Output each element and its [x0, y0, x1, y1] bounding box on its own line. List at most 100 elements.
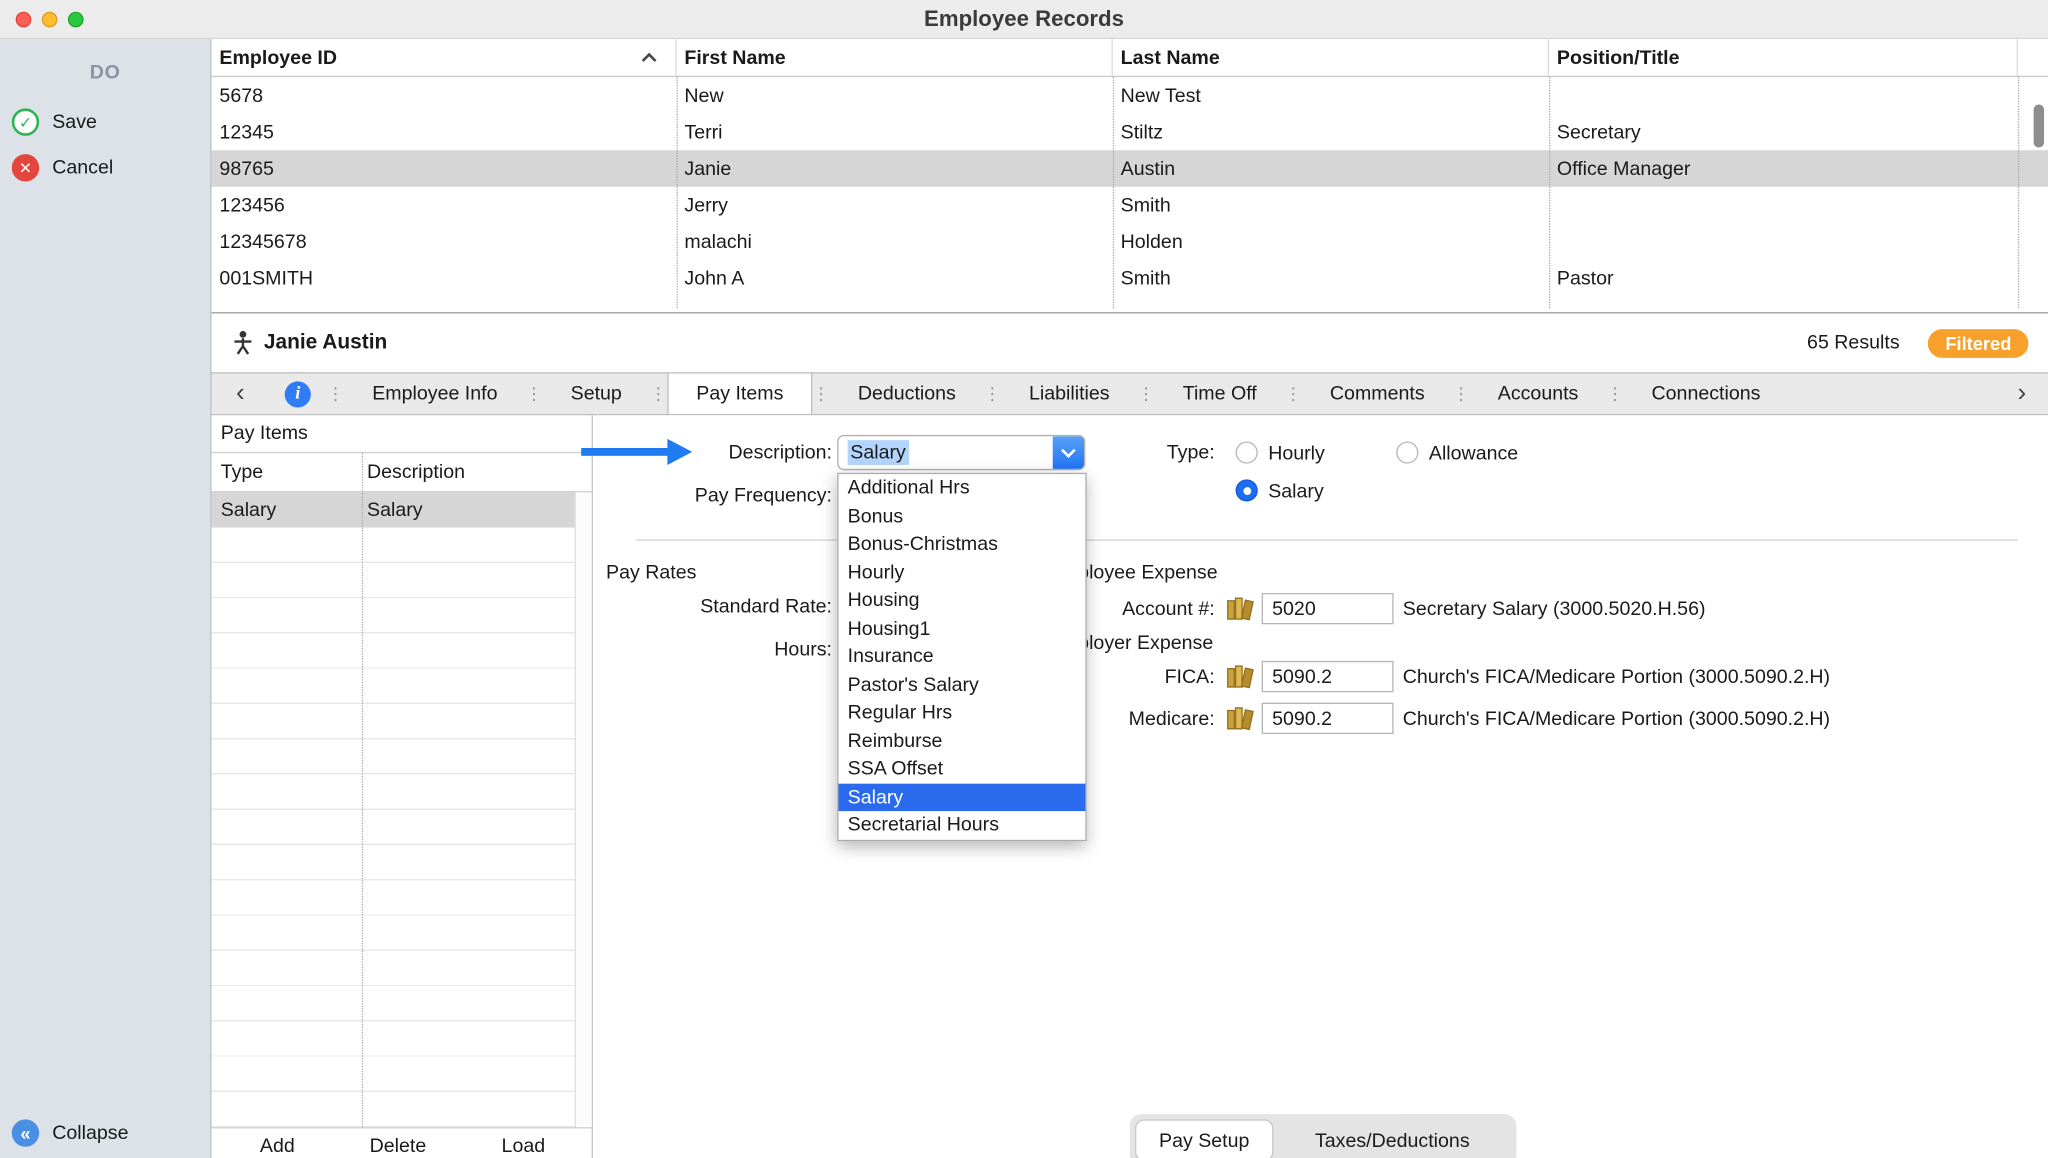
tab-liabilities[interactable]: Liabilities [1002, 374, 1137, 414]
info-icon: i [285, 381, 311, 407]
column-header-type[interactable]: Type [221, 461, 263, 483]
dropdown-option[interactable]: Housing [839, 586, 1086, 614]
column-header-employee-id[interactable]: Employee ID [212, 39, 677, 76]
filtered-badge[interactable]: Filtered [1928, 328, 2028, 357]
tab-connections[interactable]: Connections [1624, 374, 1788, 414]
tab-taxes-deductions[interactable]: Taxes/Deductions [1273, 1119, 1511, 1158]
minimize-window-button[interactable] [42, 12, 58, 28]
save-button[interactable]: ✓ Save [0, 99, 210, 145]
medicare-account-field[interactable]: 5090.2 [1262, 703, 1394, 734]
window-title: Employee Records [924, 6, 1124, 32]
tabs-scroll-right-button[interactable]: › [1996, 374, 2048, 414]
load-pay-item-button[interactable]: Load [502, 1135, 546, 1157]
dropdown-option[interactable]: Housing1 [839, 615, 1086, 643]
results-count: 65 Results [1807, 332, 1900, 354]
description-dropdown-value: Salary [839, 436, 1053, 469]
radio-allowance[interactable] [1396, 441, 1418, 463]
account-description: Secretary Salary (3000.5020.H.56) [1403, 598, 1706, 620]
collapse-chevrons-icon: « [12, 1119, 39, 1146]
tab-comments[interactable]: Comments [1302, 374, 1452, 414]
account-lookup-icon[interactable] [1226, 597, 1255, 621]
dropdown-option[interactable]: Bonus [839, 502, 1086, 530]
fica-account-field[interactable]: 5090.2 [1262, 661, 1394, 692]
cell-first-name: Janie [677, 157, 1113, 179]
table-row[interactable]: 12345 Terri Stiltz Secretary [212, 114, 2048, 151]
app-window: Employee Records DO ✓ Save ✕ Cancel « Co… [0, 0, 2048, 1158]
table-row[interactable]: 5678 New New Test [212, 77, 2048, 114]
table-row[interactable]: 001SMITH John A Smith Pastor [212, 260, 2048, 297]
column-header-description[interactable]: Description [367, 461, 465, 483]
tab-separator-icon: ⋮ [1137, 374, 1155, 414]
save-label: Save [52, 111, 97, 133]
tab-bar: ‹ i ⋮ Employee Info ⋮ Setup ⋮ Pay Items … [212, 372, 2048, 415]
tab-setup[interactable]: Setup [543, 374, 649, 414]
account-lookup-icon[interactable] [1226, 707, 1255, 731]
tab-pay-setup[interactable]: Pay Setup [1135, 1119, 1273, 1158]
zoom-window-button[interactable] [68, 12, 84, 28]
column-header-first-name[interactable]: First Name [677, 39, 1113, 76]
dropdown-option[interactable]: Secretarial Hours [839, 811, 1086, 839]
employee-table-header: Employee ID First Name Last Name Positio… [212, 39, 2048, 77]
add-pay-item-button[interactable]: Add [260, 1135, 295, 1157]
dropdown-option[interactable]: Reimburse [839, 727, 1086, 755]
tab-separator-icon: ⋮ [1606, 374, 1624, 414]
sidebar-header: DO [0, 61, 210, 83]
description-dropdown-menu: Additional Hrs Bonus Bonus-Christmas Hou… [837, 473, 1086, 841]
tab-separator-icon: ⋮ [983, 374, 1001, 414]
standard-rate-label: Standard Rate: [645, 596, 832, 618]
type-label: Type: [1089, 441, 1214, 463]
account-lookup-icon[interactable] [1226, 665, 1255, 689]
cancel-button[interactable]: ✕ Cancel [0, 145, 210, 191]
table-row[interactable]: 12345678 malachi Holden [212, 223, 2048, 260]
table-row[interactable]: 123456 Jerry Smith [212, 187, 2048, 224]
column-header-position[interactable]: Position/Title [1549, 39, 2018, 76]
cell-employee-id: 123456 [212, 194, 677, 216]
pay-items-panel-title: Pay Items [212, 415, 592, 453]
tab-employee-info[interactable]: Employee Info [345, 374, 525, 414]
tab-pay-items[interactable]: Pay Items [668, 374, 813, 414]
collapse-button[interactable]: « Collapse [0, 1110, 210, 1156]
dropdown-option[interactable]: Additional Hrs [839, 474, 1086, 502]
cell-last-name: Stiltz [1113, 121, 1549, 143]
hours-label: Hours: [645, 639, 832, 661]
tabs-scroll-left-button[interactable]: ‹ [212, 374, 269, 414]
dropdown-option[interactable]: Regular Hrs [839, 699, 1086, 727]
pay-items-list-header: Type Description [212, 453, 592, 492]
dropdown-option-selected[interactable]: Salary [839, 783, 1086, 811]
cell-first-name: malachi [677, 231, 1113, 253]
tab-accounts[interactable]: Accounts [1470, 374, 1605, 414]
cell-employee-id: 5678 [212, 84, 677, 106]
cell-first-name: New [677, 84, 1113, 106]
dropdown-button[interactable] [1053, 436, 1084, 469]
radio-salary-selected[interactable] [1236, 479, 1258, 501]
close-window-button[interactable] [16, 12, 32, 28]
selected-employee-name: Janie Austin [264, 331, 387, 355]
chevron-down-icon [1061, 443, 1076, 458]
pay-item-row-selected[interactable]: Salary Salary [212, 492, 575, 527]
cell-last-name: Holden [1113, 231, 1549, 253]
table-row-selected[interactable]: 98765 Janie Austin Office Manager [212, 150, 2048, 187]
pay-items-scrollbar-track[interactable] [575, 492, 592, 1127]
radio-allowance-label: Allowance [1429, 443, 1518, 465]
dropdown-option[interactable]: Pastor's Salary [839, 671, 1086, 699]
sort-ascending-icon [642, 53, 657, 68]
tab-time-off[interactable]: Time Off [1155, 374, 1284, 414]
column-divider [362, 453, 363, 491]
account-number-field[interactable]: 5020 [1262, 593, 1394, 624]
description-dropdown[interactable]: Salary [837, 435, 1085, 470]
description-label: Description: [669, 441, 832, 463]
dropdown-option[interactable]: SSA Offset [839, 755, 1086, 783]
table-scrollbar-thumb[interactable] [2034, 104, 2044, 147]
info-button[interactable]: i [269, 374, 326, 414]
radio-hourly[interactable] [1236, 441, 1258, 463]
column-header-last-name[interactable]: Last Name [1113, 39, 1549, 76]
dropdown-option[interactable]: Insurance [839, 643, 1086, 671]
dropdown-option[interactable]: Hourly [839, 558, 1086, 586]
delete-pay-item-button[interactable]: Delete [370, 1135, 427, 1157]
cell-first-name: John A [677, 267, 1113, 289]
medicare-account-description: Church's FICA/Medicare Portion (3000.509… [1403, 708, 1830, 730]
tab-deductions[interactable]: Deductions [830, 374, 983, 414]
main-content: Employee ID First Name Last Name Positio… [212, 39, 2048, 1158]
dropdown-option[interactable]: Bonus-Christmas [839, 530, 1086, 558]
cell-employee-id: 12345678 [212, 231, 677, 253]
